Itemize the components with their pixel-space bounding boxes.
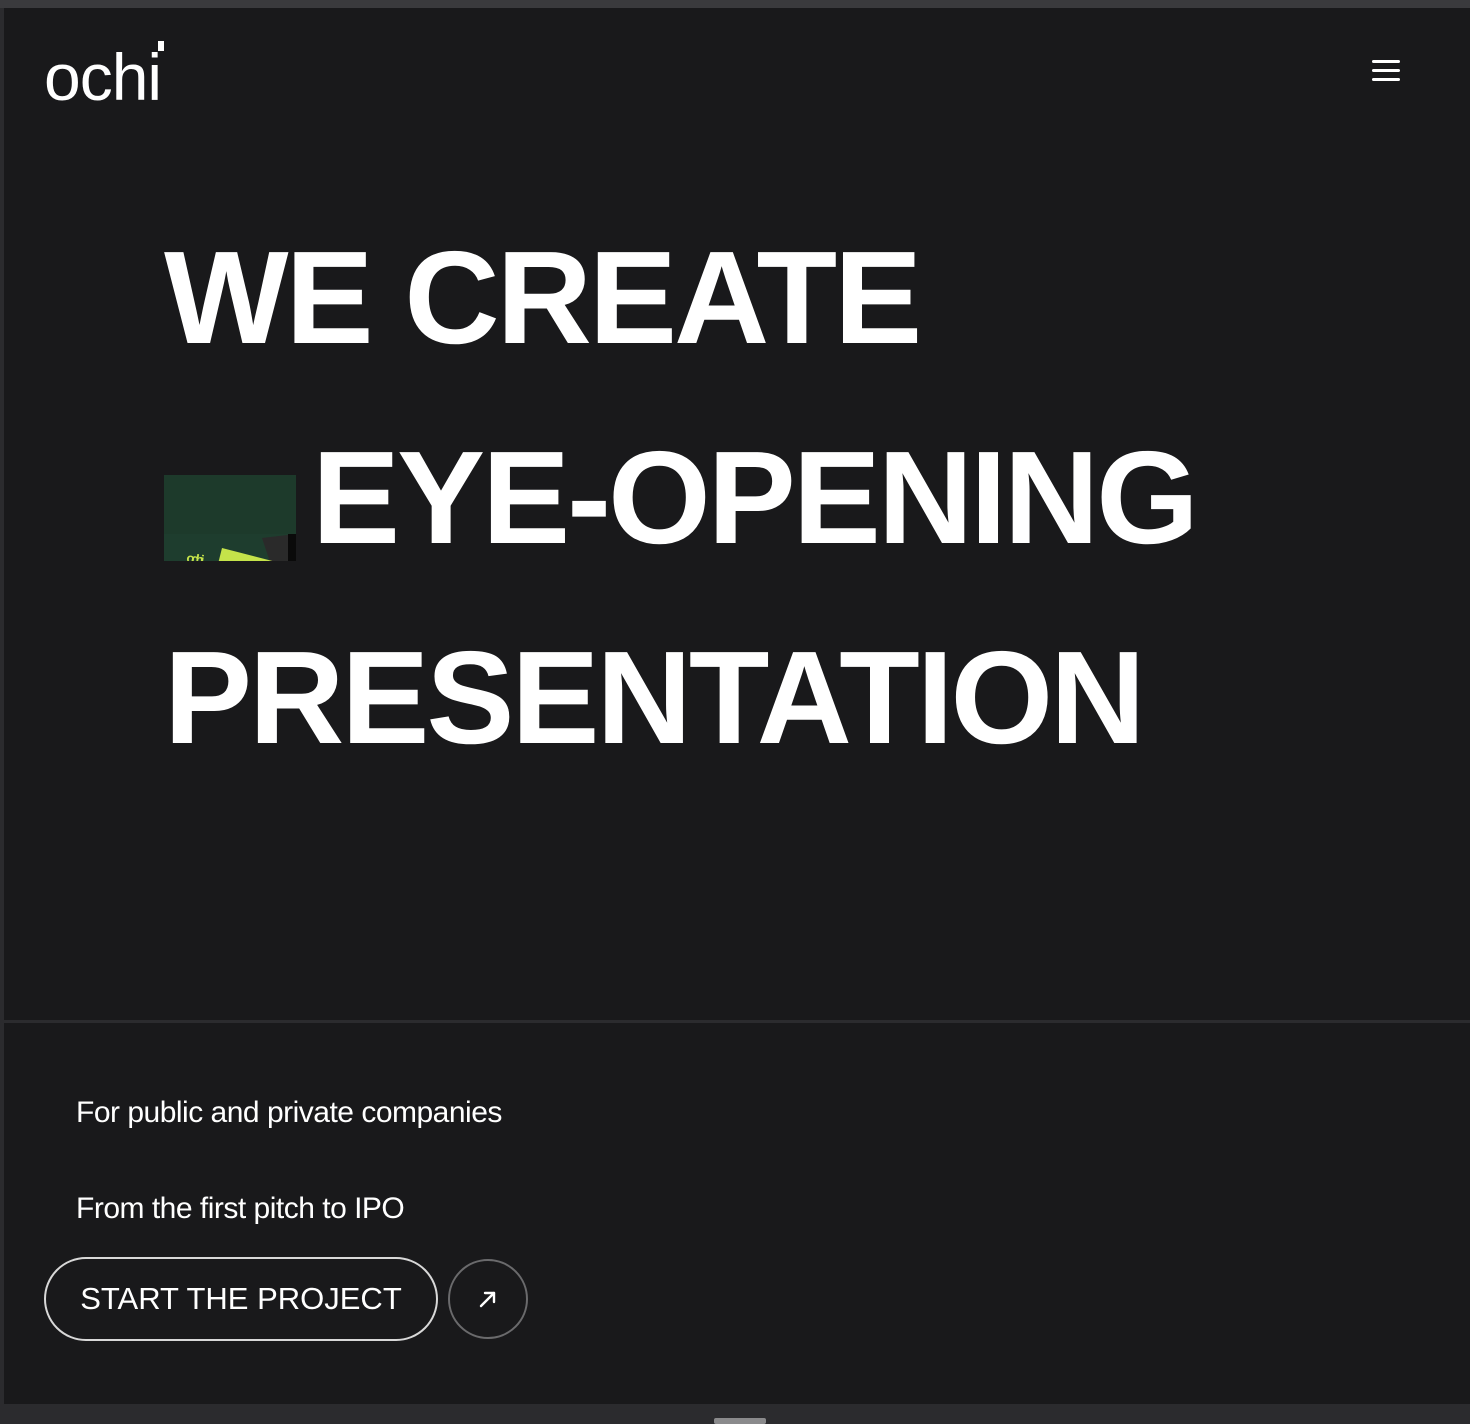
hamburger-menu-icon-bar (1372, 68, 1400, 72)
logo-text: ochi (44, 40, 162, 114)
section-divider (4, 1020, 1470, 1023)
window-top-strip (0, 0, 1470, 8)
hero-heading: WE CREATE ochi ochi EYE-OPENING PRESENTA… (164, 198, 1199, 798)
cta-row: START THE PROJECT (44, 1257, 528, 1341)
arrow-up-right-icon (479, 1291, 496, 1308)
scroll-handle[interactable] (714, 1418, 766, 1424)
tagline-pitch: From the first pitch to IPO (76, 1192, 405, 1225)
hamburger-menu-icon (1372, 59, 1400, 63)
start-project-button[interactable]: START THE PROJECT (44, 1257, 438, 1341)
hero-line-2: ochi ochi EYE-OPENING (164, 398, 1199, 598)
app-frame: ochi WE CREATE ochi ochi (0, 0, 1470, 1424)
menu-button[interactable] (1372, 52, 1408, 88)
hero-line-1: WE CREATE (164, 224, 922, 371)
hero-thumbnail-image: ochi ochi (164, 475, 296, 561)
site-logo[interactable]: ochi (44, 34, 165, 114)
start-project-arrow-button[interactable] (448, 1259, 528, 1339)
tagline-companies: For public and private companies (76, 1096, 502, 1129)
hero-line-2-text: EYE-OPENING (312, 424, 1199, 571)
logo-tick-mark (158, 41, 165, 51)
thumbnail-graphic: ochi ochi (164, 534, 296, 561)
page-viewport: ochi WE CREATE ochi ochi (4, 8, 1470, 1404)
hero-line-3: PRESENTATION (164, 624, 1145, 771)
hamburger-menu-icon-bar (1372, 77, 1400, 81)
